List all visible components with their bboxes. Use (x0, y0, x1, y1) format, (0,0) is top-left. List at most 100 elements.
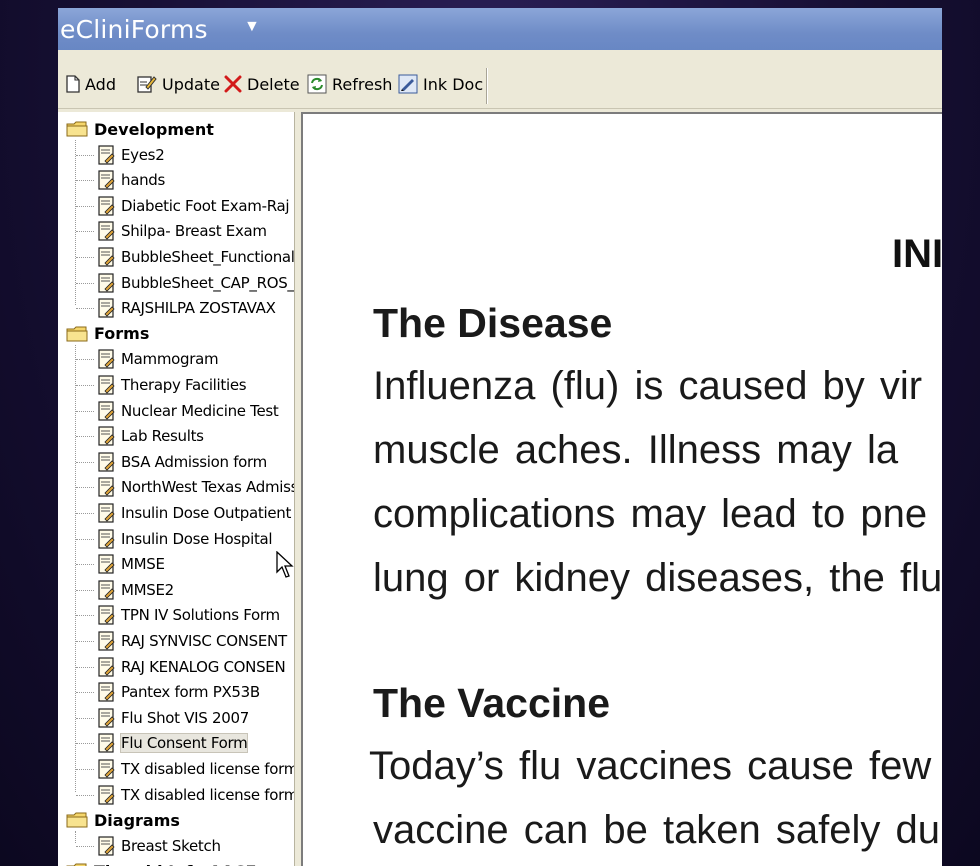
tree-connector (76, 769, 94, 770)
tree-connector (76, 385, 94, 386)
tree-connector (76, 564, 94, 566)
disease-line: muscle aches. Illness may la (373, 428, 899, 472)
tree-item-label: BubbleSheet_CAP_ROS_ (121, 273, 295, 292)
tree-item[interactable]: NorthWest Texas Admiss (96, 476, 295, 498)
tree-item[interactable]: Therapy Facilities (96, 374, 247, 396)
new-page-icon (66, 75, 80, 93)
tree-connector (76, 743, 94, 745)
tree-connector (76, 359, 94, 361)
tree-item[interactable]: Nuclear Medicine Test (96, 400, 279, 422)
tree-item[interactable]: BSA Admission form (96, 451, 267, 473)
folder-icon (66, 326, 94, 342)
disease-line: complications may lead to pne (373, 492, 928, 536)
form-icon (96, 298, 121, 318)
folder-label: Thyroid Info AACE (94, 862, 256, 866)
form-icon (96, 836, 121, 856)
tree-item[interactable]: RAJ KENALOG CONSEN (96, 656, 286, 678)
tree-item[interactable]: Insulin Dose Outpatient (96, 502, 291, 524)
tree-item[interactable]: TX disabled license form (96, 758, 295, 780)
tree-item[interactable]: RAJSHILPA ZOSTAVAX (96, 297, 276, 319)
form-icon (96, 528, 121, 549)
form-icon (96, 247, 121, 267)
tree-folder[interactable]: Development (66, 118, 214, 140)
update-button[interactable]: Update (137, 72, 220, 96)
tree-folder[interactable]: Diagrams (66, 809, 180, 831)
form-icon (96, 554, 121, 574)
tree-item[interactable]: Flu Consent Form (96, 732, 249, 754)
tree-item[interactable]: Flu Shot VIS 2007 (96, 707, 249, 729)
pane-splitter[interactable] (295, 112, 300, 866)
tree-item[interactable]: Eyes2 (96, 144, 165, 166)
tree-item[interactable]: RAJ SYNVISC CONSENT (96, 630, 287, 652)
tree-folder[interactable]: Thyroid Info AACE (66, 860, 256, 866)
tree-item[interactable]: Diabetic Foot Exam-Raj S (96, 195, 295, 217)
tree-item[interactable]: Insulin Dose Hospital (96, 528, 273, 550)
tree-item-label: Flu Consent Form (119, 733, 249, 754)
tree-item[interactable]: Shilpa- Breast Exam (96, 220, 267, 242)
tree-item-label: MMSE2 (121, 580, 174, 599)
tree-connector (76, 538, 94, 540)
tree-connector (76, 845, 94, 847)
tree-item-label: Flu Shot VIS 2007 (121, 708, 249, 727)
tree-item-label: TX disabled license form (121, 760, 295, 778)
tree-item-label: NorthWest Texas Admiss (121, 478, 295, 497)
tree-connector (76, 231, 94, 233)
tree-item[interactable]: MMSE2 (96, 579, 174, 601)
tree-connector (76, 794, 94, 796)
tree-item-label: Insulin Dose Hospital (121, 529, 273, 548)
disease-line: lung or kidney diseases, the flu (373, 556, 942, 600)
form-icon (96, 426, 121, 446)
disease-line: Influenza (flu) is caused by vir (373, 364, 923, 408)
tree-item[interactable]: hands (96, 169, 165, 191)
tree-item[interactable]: Mammogram (96, 348, 219, 370)
tree-connector (76, 257, 94, 258)
form-icon (96, 349, 121, 369)
document-title: INI (892, 232, 942, 276)
tree-connector (76, 666, 94, 668)
folder-icon (66, 812, 94, 828)
tree-item[interactable]: Breast Sketch (96, 835, 221, 857)
form-tree[interactable]: Development Eyes2 hands Diabetic Foot Exam-… (58, 112, 295, 866)
vaccine-line: vaccine can be taken safely du (373, 808, 941, 852)
tree-item[interactable]: MMSE (96, 553, 165, 575)
tree-connector (76, 308, 94, 310)
tree-item-label: Diabetic Foot Exam-Raj S (121, 196, 295, 215)
delete-button[interactable]: Delete (224, 72, 300, 96)
refresh-button[interactable]: Refresh (307, 72, 392, 96)
tree-connector (76, 589, 94, 591)
update-label: Update (162, 74, 220, 94)
document-viewer[interactable]: INI The Disease Influenza (flu) is cause… (301, 112, 942, 866)
tree-folder[interactable]: Forms (66, 323, 149, 345)
tree-connector (76, 513, 94, 514)
title-bar[interactable]: eCliniForms ▼ (58, 8, 942, 50)
tree-connector (75, 344, 76, 792)
tree-connector (76, 436, 94, 438)
edit-icon (137, 76, 157, 93)
tree-item-label: Insulin Dose Outpatient (121, 504, 292, 522)
tree-item[interactable]: Lab Results (96, 425, 204, 447)
chevron-down-icon[interactable]: ▼ (244, 18, 260, 36)
tree-item[interactable]: TPN IV Solutions Form (96, 604, 280, 626)
form-icon (96, 708, 121, 728)
tree-item-label: Lab Results (121, 427, 204, 446)
tree-item-label: RAJ KENALOG CONSEN (121, 657, 286, 676)
tree-item-label: hands (121, 171, 166, 190)
mouse-pointer-icon (276, 551, 294, 578)
tree-item-label: BSA Admission form (121, 452, 267, 471)
add-button[interactable]: Add (66, 72, 116, 96)
tree-item[interactable]: BubbleSheet_Functional_ (96, 246, 294, 268)
tree-item[interactable]: TX disabled license form | (96, 784, 294, 806)
tree-connector (76, 641, 94, 642)
app-title: eCliniForms (60, 15, 208, 44)
tree-connector (76, 410, 94, 412)
tree-item[interactable]: Pantex form PX53B (96, 681, 260, 703)
form-icon (96, 452, 121, 472)
folder-icon (66, 121, 94, 137)
folder-label: Development (94, 119, 214, 139)
tree-item[interactable]: BubbleSheet_CAP_ROS_ (96, 272, 295, 294)
tree-connector (76, 180, 94, 182)
ink-doc-button[interactable]: Ink Doc (398, 72, 483, 96)
folder-label: Diagrams (94, 810, 180, 830)
toolbar-separator (486, 68, 488, 104)
form-icon (96, 477, 121, 497)
